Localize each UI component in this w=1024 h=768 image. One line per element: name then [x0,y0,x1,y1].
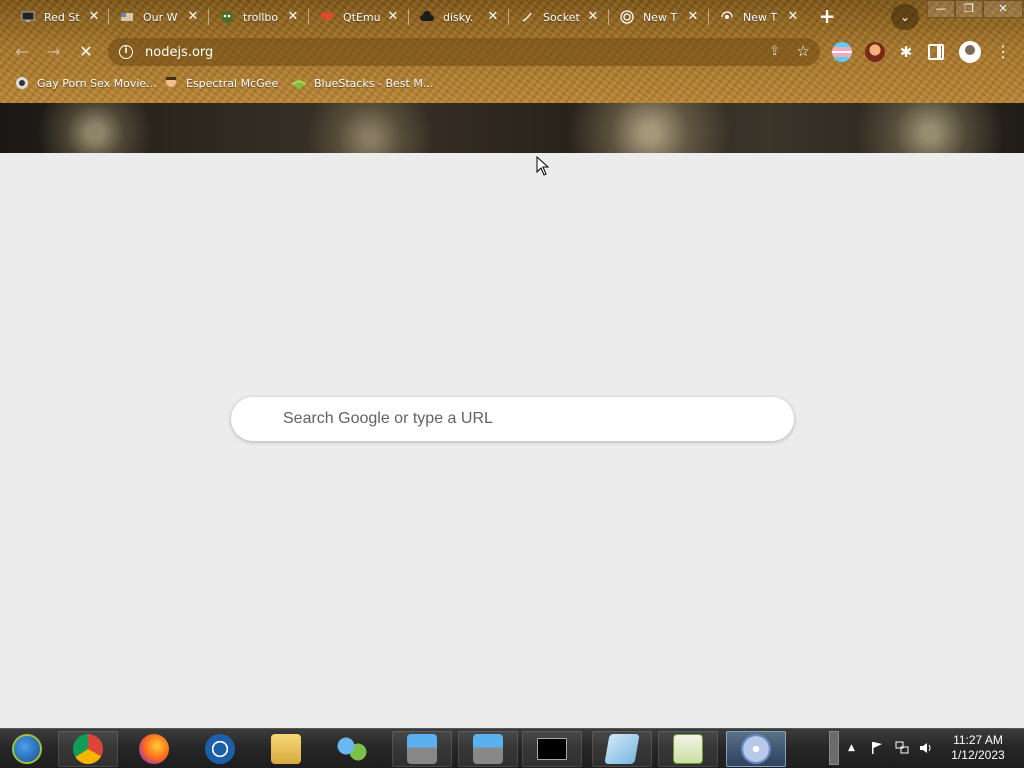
chrome-icon [73,734,103,764]
tab-close-button[interactable]: ✕ [485,9,501,25]
firework-decoration [280,103,460,153]
tab-qtemu[interactable]: QtEmu ✕ [309,4,407,30]
theme-fireworks-banner [0,103,1024,153]
tab-close-button[interactable]: ✕ [86,9,102,25]
window-minimize-button[interactable]: — [927,0,955,18]
tab-close-button[interactable]: ✕ [685,9,701,25]
bookmarks-bar: Gay Porn Sex Movie... Espectral McGee Bl… [0,72,1024,96]
tab-search-button[interactable]: ⌄ [891,4,919,30]
google-search-box[interactable] [231,397,794,441]
clock-time: 11:27 AM [953,733,1003,747]
troll-icon [219,9,235,25]
tab-close-button[interactable]: ✕ [785,9,801,25]
taskbar-file-explorer[interactable] [256,731,316,767]
disc-icon [741,734,771,764]
tab-disky[interactable]: disky. ✕ [409,4,507,30]
window-close-button[interactable]: ✕ [983,0,1023,18]
tab-close-button[interactable]: ✕ [185,9,201,25]
tray-expand-arrow-icon[interactable]: ▲ [848,743,855,753]
forward-button[interactable]: → [42,40,66,64]
new-tab-button[interactable]: + [816,6,838,28]
tab-our-w[interactable]: Our W ✕ [109,4,207,30]
site-info-icon[interactable]: i [119,45,133,59]
tray-flag-icon[interactable] [871,741,883,758]
browser-toolbar: ← → ✕ i nodejs.org ⇪ ☆ ✱ ⋮ [0,34,1024,70]
network-people-icon [337,734,367,764]
start-button[interactable] [0,731,54,767]
socket-icon [519,9,535,25]
profile-avatar-icon[interactable] [959,41,981,63]
opera-icon [205,734,235,764]
nodejs-icon [619,9,635,25]
extension-avatar-icon[interactable] [865,42,885,62]
bookmark-favicon-3 [291,75,307,91]
url-text[interactable]: nodejs.org [145,45,213,60]
tab-close-button[interactable]: ✕ [585,9,601,25]
tab-strip: Red St ✕ Our W ✕ trollbo ✕ QtEmu ✕ disky… [0,0,1024,34]
bookmark-favicon-1 [14,75,30,91]
monitor-icon [20,9,36,25]
bookmark-favicon-2 [163,75,179,91]
mouse-cursor-icon [536,156,550,176]
bookmark-item[interactable]: Espectral McGee [163,75,278,91]
browser-menu-icon[interactable]: ⋮ [995,42,1011,62]
extension-flag-icon[interactable] [832,42,852,62]
taskbar-command-prompt[interactable] [522,731,582,767]
tab-new-tab-1[interactable]: New T ✕ [609,4,707,30]
taskbar-scroll-grip[interactable] [829,731,839,765]
heart-icon [319,9,335,25]
back-button[interactable]: ← [10,40,34,64]
clock-date: 1/12/2023 [951,748,1005,762]
taskbar-installer-1[interactable] [392,731,452,767]
tab-red-st[interactable]: Red St ✕ [10,4,108,30]
search-input[interactable] [283,410,763,428]
folder-icon [271,734,301,764]
taskbar-network-app[interactable] [322,731,382,767]
side-panel-icon[interactable] [928,44,944,60]
bookmark-item[interactable]: Gay Porn Sex Movie... [14,75,157,91]
firework-decoration [830,103,1024,153]
tab-close-button[interactable]: ✕ [385,9,401,25]
taskbar-chrome[interactable] [58,731,118,767]
taskbar-clock[interactable]: 11:27 AM 1/12/2023 [940,733,1016,763]
stop-loading-button[interactable]: ✕ [74,40,98,64]
terminal-icon [537,738,567,760]
firework-decoration [20,103,170,153]
share-icon[interactable]: ⇪ [769,44,780,59]
taskbar-firefox[interactable] [124,731,184,767]
taskbar-opera[interactable] [190,731,250,767]
taskbar-notepad[interactable] [592,731,652,767]
taskbar-notepad-plus-plus[interactable] [658,731,718,767]
tray-volume-icon[interactable] [919,741,933,758]
tray-network-icon[interactable] [895,741,909,758]
cloud-icon [419,9,435,25]
taskbar-disc-app[interactable] [726,731,786,767]
tab-close-button[interactable]: ✕ [285,9,301,25]
firework-decoration [540,103,760,153]
taskbar-installer-2[interactable] [458,731,518,767]
bookmark-star-icon[interactable]: ☆ [797,42,810,60]
system-tray: ▲ [845,728,935,768]
tab-trollbo[interactable]: trollbo ✕ [209,4,307,30]
installer-icon [407,734,437,764]
bookmark-item[interactable]: BlueStacks - Best M... [291,75,433,91]
start-orb-icon [12,734,42,764]
notepad-icon [604,734,640,764]
tab-new-tab-2[interactable]: New T ✕ [709,4,807,30]
notepad-plus-plus-icon [673,734,703,764]
tab-socket[interactable]: Socket ✕ [509,4,607,30]
installer-icon [473,734,503,764]
window-maximize-button[interactable]: ❐ [955,0,983,18]
extensions-puzzle-icon[interactable]: ✱ [896,42,916,62]
flag-icon [119,9,135,25]
firefox-icon [139,734,169,764]
address-bar[interactable]: i nodejs.org ⇪ ☆ [108,38,820,66]
loading-icon [719,9,735,25]
